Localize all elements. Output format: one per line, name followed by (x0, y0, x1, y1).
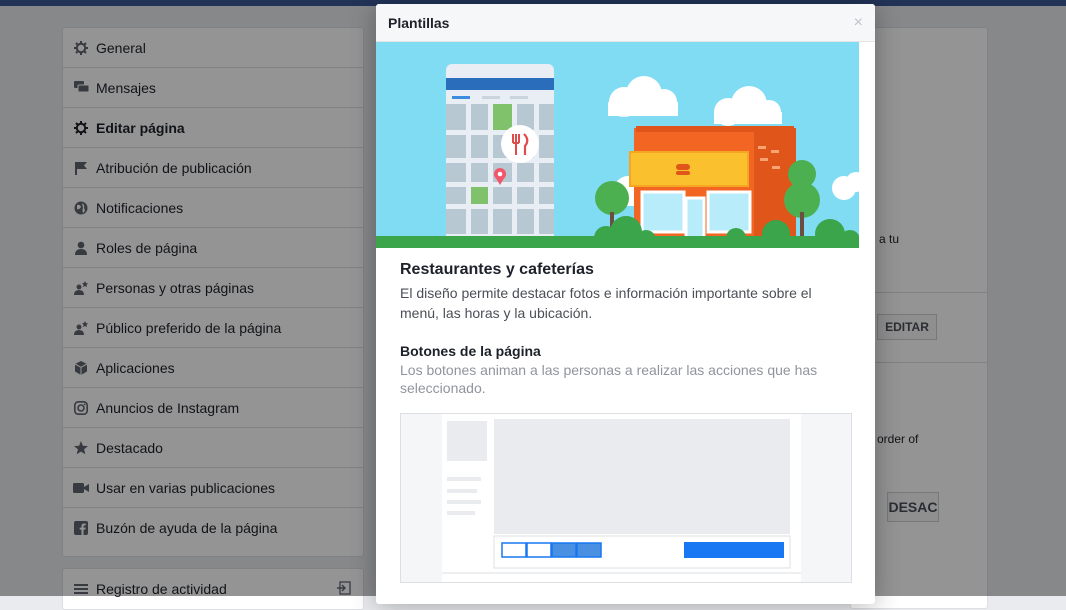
page-buttons-title: Botones de la página (400, 343, 541, 359)
page-buttons-description: Los botones animan a las personas a real… (400, 362, 818, 396)
dialog-header: Plantillas × (376, 4, 875, 42)
close-icon[interactable]: × (854, 14, 863, 32)
restaurant-illustration (376, 42, 859, 248)
page-buttons-preview (400, 413, 852, 583)
templates-dialog: Plantillas × Restaurantes y cafeterías E… (376, 4, 875, 604)
template-description: El diseño permite destacar fotos e infor… (400, 285, 812, 321)
template-title: Restaurantes y cafeterías (400, 261, 594, 278)
dialog-title: Plantillas (388, 14, 450, 31)
